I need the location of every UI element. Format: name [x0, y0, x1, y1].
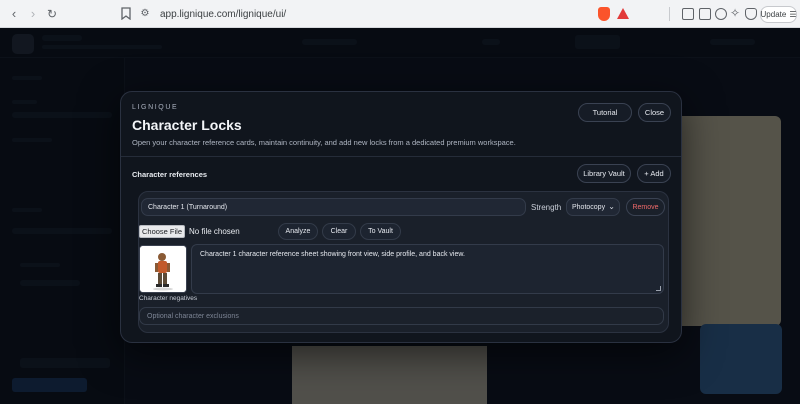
negatives-label: Character negatives [139, 295, 198, 302]
resize-handle-icon[interactable] [656, 286, 661, 291]
character-name-field[interactable]: Character 1 (Turnaround) [141, 198, 526, 216]
reload-icon[interactable]: ↻ [44, 6, 60, 22]
wallet-icon[interactable] [715, 8, 727, 20]
library-vault-button[interactable]: Library Vault [577, 164, 631, 183]
strength-select[interactable]: Photocopy ⌄ [566, 198, 620, 216]
strength-value: Photocopy [572, 203, 606, 211]
modal-eyebrow: LIGNIQUE [132, 104, 179, 111]
modal-title: Character Locks [132, 117, 242, 133]
clear-button[interactable]: Clear [322, 223, 356, 240]
hamburger-menu-icon: ☰ [789, 10, 797, 19]
character-figure-image [140, 246, 186, 292]
update-button[interactable]: Update ☰ [760, 6, 797, 23]
triangle-rewards-icon[interactable] [617, 8, 629, 19]
strength-label: Strength [531, 203, 562, 212]
toolbar-divider [669, 7, 670, 21]
chevron-down-icon: ⌄ [608, 202, 615, 211]
choose-file-button[interactable]: Choose File [139, 225, 185, 238]
vpn-shield-icon[interactable] [745, 8, 757, 20]
character-card: Character 1 (Turnaround) Strength Photoc… [138, 191, 669, 333]
arrow-left-icon[interactable]: ‹ [6, 6, 22, 22]
site-settings-icon[interactable]: ⚙ [138, 7, 152, 21]
tutorial-button[interactable]: Tutorial [578, 103, 632, 122]
analyze-button[interactable]: Analyze [278, 223, 318, 240]
update-label: Update [760, 10, 787, 19]
close-button[interactable]: Close [638, 103, 671, 122]
address-bar[interactable]: ⚙ app.lignique.com/lignique/ui/ [138, 5, 638, 23]
character-locks-modal: LIGNIQUE Character Locks Open your chara… [120, 91, 682, 343]
to-vault-button[interactable]: To Vault [360, 223, 401, 240]
arrow-right-icon[interactable]: › [25, 6, 41, 22]
url-text[interactable]: app.lignique.com/lignique/ui/ [160, 9, 286, 20]
modal-subtitle: Open your character reference cards, mai… [132, 138, 516, 147]
modal-divider [121, 156, 681, 157]
section-label: Character references [132, 170, 208, 179]
character-thumbnail[interactable] [139, 245, 187, 293]
browser-toolbar: ‹ › ↻ ⚙ app.lignique.com/lignique/ui/ ✧ … [0, 0, 800, 28]
bookmark-icon[interactable] [120, 7, 132, 20]
character-description-text: Character 1 character reference sheet sh… [200, 251, 465, 258]
negatives-input[interactable]: Optional character exclusions [139, 307, 664, 325]
ai-sparkle-icon[interactable]: ✧ [730, 7, 742, 20]
extensions-icon[interactable] [682, 8, 694, 20]
remove-button[interactable]: Remove [626, 198, 665, 216]
brave-shield-icon[interactable] [598, 7, 610, 21]
sidebar-icon[interactable] [699, 8, 711, 20]
character-description-field[interactable]: Character 1 character reference sheet sh… [191, 244, 664, 294]
file-status: No file chosen [189, 227, 240, 236]
add-button[interactable]: + Add [637, 164, 671, 183]
